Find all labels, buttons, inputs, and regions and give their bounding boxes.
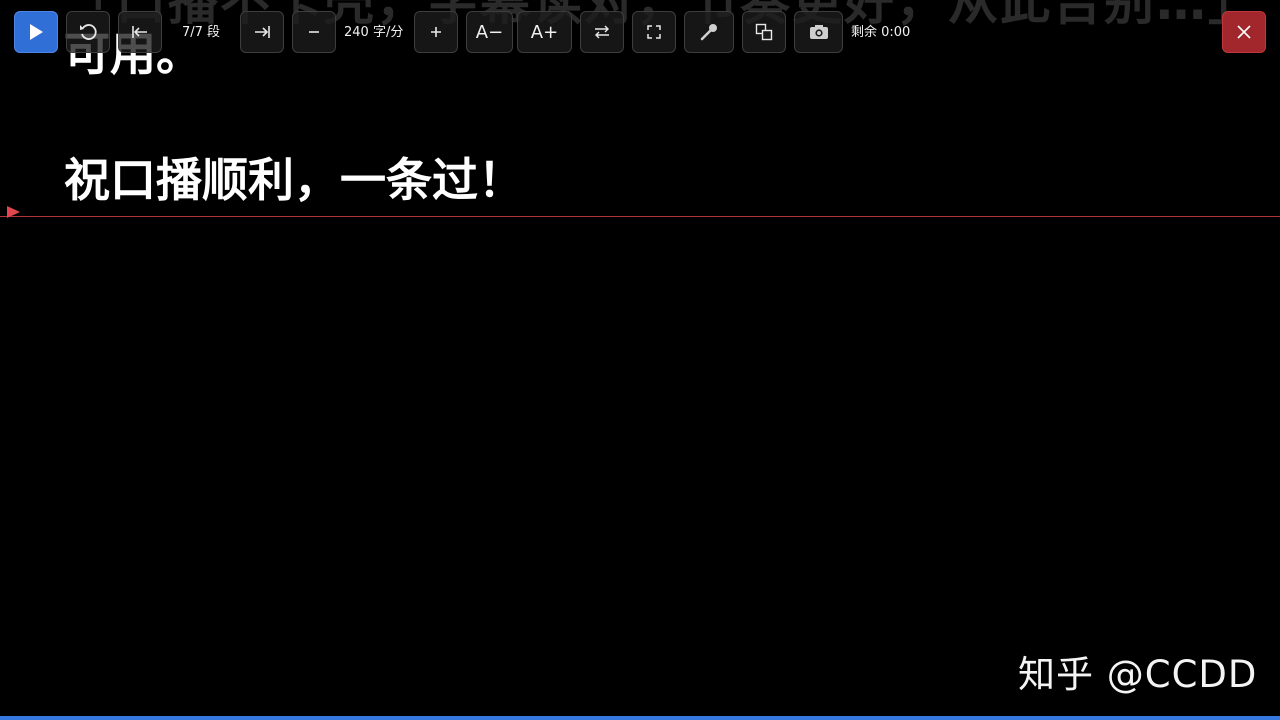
play-button[interactable] — [14, 11, 58, 53]
close-button[interactable] — [1222, 11, 1266, 53]
close-icon — [1236, 24, 1252, 40]
restart-button[interactable] — [66, 11, 110, 53]
play-icon — [28, 23, 44, 41]
current-paragraph: 祝口播顺利，一条过！ — [64, 153, 524, 207]
font-increase-button[interactable]: A+ — [517, 11, 572, 53]
reading-guide-arrow-icon — [7, 206, 20, 218]
prev-segment-button[interactable] — [118, 11, 162, 53]
watermark: 知乎 @CCDD — [1018, 653, 1258, 696]
minus-icon — [307, 25, 321, 39]
mirror-icon — [593, 25, 611, 39]
remaining-time: 剩余 0:00 — [851, 25, 911, 40]
fullscreen-icon — [646, 24, 662, 40]
plus-icon — [429, 25, 443, 39]
script-area: 「口播不卡壳，字幕读对，节奏更好，从此告别…」 可用。 祝口播顺利，一条过！ — [0, 0, 1280, 716]
font-increase-label: A+ — [530, 21, 559, 43]
teleprompter-stage: 「口播不卡壳，字幕读对，节奏更好，从此告别…」 可用。 祝口播顺利，一条过！ 7… — [0, 0, 1280, 720]
reading-guide-line — [0, 216, 1280, 217]
next-segment-button[interactable] — [240, 11, 284, 53]
speed-value: 240 字/分 — [344, 25, 404, 40]
speed-down-button[interactable] — [292, 11, 336, 53]
progress-bar — [0, 716, 1280, 720]
font-decrease-button[interactable]: A− — [466, 11, 513, 53]
fullscreen-button[interactable] — [632, 11, 676, 53]
toolbar: 7/7 段 240 字/分 A− A+ 剩余 0:00 — [0, 0, 1280, 66]
camera-icon — [809, 24, 829, 40]
camera-button[interactable] — [794, 11, 843, 53]
segment-counter: 7/7 段 — [182, 25, 221, 40]
font-decrease-label: A− — [475, 21, 504, 43]
picture-in-picture-icon — [755, 23, 773, 41]
mirror-button[interactable] — [580, 11, 624, 53]
picture-in-picture-button[interactable] — [742, 11, 786, 53]
microphone-icon — [699, 22, 719, 42]
skip-to-start-icon — [130, 25, 150, 39]
microphone-button[interactable] — [684, 11, 734, 53]
restart-icon — [78, 22, 98, 42]
skip-to-end-icon — [252, 25, 272, 39]
speed-up-button[interactable] — [414, 11, 458, 53]
progress-fill — [0, 716, 1280, 720]
